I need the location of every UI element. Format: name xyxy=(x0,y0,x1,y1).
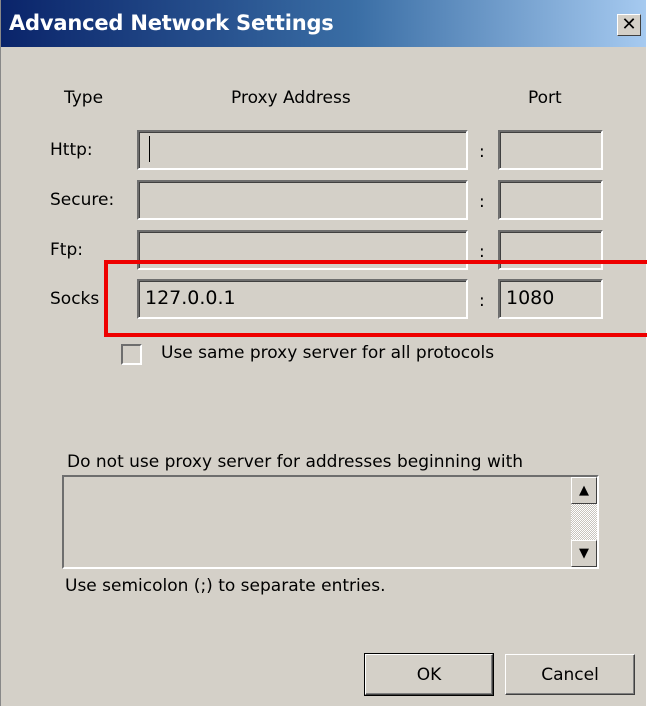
column-header-type: Type xyxy=(64,88,104,108)
secure-label: Secure: xyxy=(50,190,115,210)
http-port-separator: : xyxy=(479,142,485,162)
ftp-label: Ftp: xyxy=(50,240,83,260)
http-label: Http: xyxy=(50,140,93,160)
http-proxy-address-input[interactable] xyxy=(137,130,468,170)
socks-label: Socks xyxy=(50,289,100,309)
arrow-up-icon: ▲ xyxy=(579,483,589,498)
column-header-port: Port xyxy=(528,88,562,108)
window-title: Advanced Network Settings xyxy=(9,11,334,35)
scroll-down-button[interactable]: ▼ xyxy=(571,540,597,567)
text-caret xyxy=(149,136,150,162)
column-header-proxy-address: Proxy Address xyxy=(231,88,351,108)
exclusions-label: Do not use proxy server for addresses be… xyxy=(67,452,524,472)
same-proxy-label[interactable]: Use same proxy server for all protocols xyxy=(161,343,494,363)
secure-port-separator: : xyxy=(479,192,485,212)
title-bar[interactable]: Advanced Network Settings ✕ xyxy=(1,0,646,47)
secure-proxy-address-input[interactable] xyxy=(137,180,468,220)
scroll-track[interactable] xyxy=(571,504,597,540)
close-icon: ✕ xyxy=(621,14,637,35)
http-port-input[interactable] xyxy=(498,130,603,170)
ftp-port-separator: : xyxy=(479,242,485,262)
exclusions-scrollbar[interactable]: ▲ ▼ xyxy=(571,477,597,567)
close-button[interactable]: ✕ xyxy=(617,14,641,36)
cancel-button[interactable]: Cancel xyxy=(505,654,635,695)
exclusions-textarea[interactable]: ▲ ▼ xyxy=(62,475,599,569)
arrow-down-icon: ▼ xyxy=(579,546,589,561)
exclusions-hint: Use semicolon (;) to separate entries. xyxy=(65,576,386,596)
secure-port-input[interactable] xyxy=(498,180,603,220)
advanced-network-settings-dialog: Advanced Network Settings ✕ Type Proxy A… xyxy=(0,0,646,706)
socks-highlight-box xyxy=(104,260,647,337)
same-proxy-checkbox[interactable] xyxy=(121,344,142,365)
scroll-up-button[interactable]: ▲ xyxy=(571,477,597,504)
ok-button[interactable]: OK xyxy=(364,653,494,696)
